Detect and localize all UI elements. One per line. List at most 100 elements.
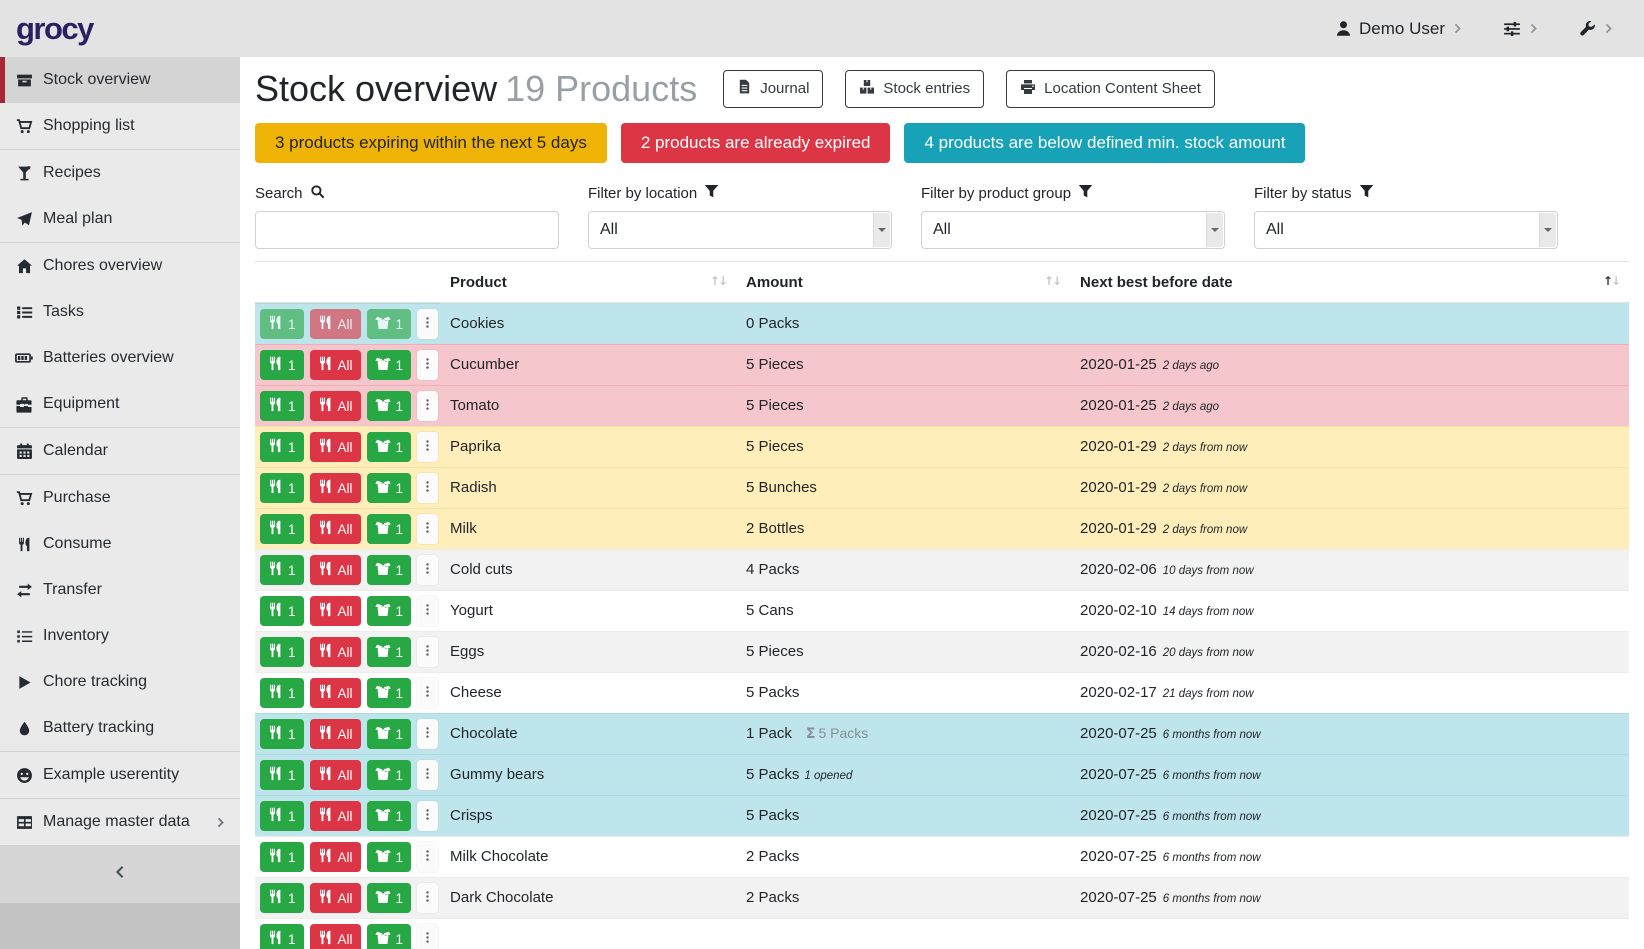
open-one-button[interactable]: 1 — [367, 391, 412, 421]
consume-all-button[interactable]: All — [310, 350, 361, 380]
consume-all-button[interactable]: All — [310, 842, 361, 872]
consume-one-button[interactable]: 1 — [260, 350, 304, 380]
sidebar-item-meal-plan[interactable]: Meal plan — [0, 196, 240, 242]
consume-all-button[interactable]: All — [310, 678, 361, 708]
sidebar-item-shopping-list[interactable]: Shopping list — [0, 103, 240, 149]
admin-menu[interactable] — [1579, 20, 1614, 37]
row-menu-button[interactable] — [417, 473, 438, 503]
consume-all-button[interactable]: All — [310, 801, 361, 831]
consume-one-button[interactable]: 1 — [260, 924, 304, 949]
open-one-button[interactable]: 1 — [367, 719, 412, 749]
consume-all-button[interactable]: All — [310, 514, 361, 544]
open-one-button[interactable]: 1 — [367, 924, 412, 949]
settings-menu[interactable] — [1503, 20, 1539, 38]
open-one-button[interactable]: 1 — [367, 678, 412, 708]
consume-all-button[interactable]: All — [310, 432, 361, 462]
expired-banner[interactable]: 2 products are already expired — [621, 123, 891, 163]
open-one-button[interactable]: 1 — [367, 883, 412, 913]
sidebar-item-battery-tracking[interactable]: Battery tracking — [0, 705, 240, 751]
product-group-filter-select[interactable]: All — [921, 211, 1225, 249]
row-menu-button[interactable] — [417, 596, 438, 626]
location-filter-select[interactable]: All — [588, 211, 892, 249]
open-one-button[interactable]: 1 — [367, 637, 412, 667]
consume-all-button[interactable]: All — [310, 391, 361, 421]
row-menu-button[interactable] — [417, 637, 438, 667]
sidebar-item-manage-master-data[interactable]: Manage master data — [0, 799, 240, 845]
row-menu-button[interactable] — [417, 514, 438, 544]
consume-one-button[interactable]: 1 — [260, 514, 304, 544]
caret-down-icon — [1206, 213, 1223, 247]
consume-all-button[interactable]: All — [310, 637, 361, 667]
consume-one-button[interactable]: 1 — [260, 678, 304, 708]
row-menu-button[interactable] — [417, 883, 438, 913]
consume-one-button[interactable]: 1 — [260, 637, 304, 667]
sidebar-item-consume[interactable]: Consume — [0, 521, 240, 567]
consume-one-button[interactable]: 1 — [260, 432, 304, 462]
sidebar-item-recipes[interactable]: Recipes — [0, 150, 240, 196]
open-one-button[interactable]: 1 — [367, 432, 412, 462]
status-filter-select[interactable]: All — [1254, 211, 1558, 249]
next-best-before-date-column-header[interactable]: Next best before date↑↓ — [1070, 262, 1629, 303]
row-menu-button[interactable] — [417, 350, 438, 380]
open-one-button[interactable]: 1 — [367, 514, 412, 544]
open-one-button[interactable]: 1 — [367, 473, 412, 503]
user-menu[interactable]: Demo User — [1335, 19, 1463, 39]
row-menu-button[interactable] — [417, 309, 438, 339]
row-actions: 1 All 1 — [255, 303, 440, 344]
row-menu-button[interactable] — [417, 801, 438, 831]
search-input[interactable] — [255, 211, 559, 249]
journal-button[interactable]: Journal — [723, 70, 823, 108]
row-menu-button[interactable] — [417, 432, 438, 462]
utensils-icon — [268, 520, 283, 538]
open-one-button[interactable]: 1 — [367, 760, 412, 790]
consume-all-button[interactable]: All — [310, 883, 361, 913]
consume-all-button[interactable]: All — [310, 924, 361, 949]
consume-one-button[interactable]: 1 — [260, 883, 304, 913]
sidebar-item-equipment[interactable]: Equipment — [0, 381, 240, 427]
row-menu-button[interactable] — [417, 842, 438, 872]
open-one-button[interactable]: 1 — [367, 596, 412, 626]
open-one-button[interactable]: 1 — [367, 842, 412, 872]
sidebar-item-calendar[interactable]: Calendar — [0, 428, 240, 474]
sidebar-item-chore-tracking[interactable]: Chore tracking — [0, 659, 240, 705]
expiring-banner[interactable]: 3 products expiring within the next 5 da… — [255, 123, 607, 163]
consume-all-button[interactable]: All — [310, 473, 361, 503]
consume-one-button[interactable]: 1 — [260, 801, 304, 831]
sidebar-item-transfer[interactable]: Transfer — [0, 567, 240, 613]
consume-one-button[interactable]: 1 — [260, 842, 304, 872]
sidebar-item-inventory[interactable]: Inventory — [0, 613, 240, 659]
product-column-header[interactable]: Product↑↓ — [440, 262, 736, 303]
sidebar-item-batteries-overview[interactable]: Batteries overview — [0, 335, 240, 381]
row-menu-button[interactable] — [417, 760, 438, 790]
sidebar-item-tasks[interactable]: Tasks — [0, 289, 240, 335]
stock-entries-button[interactable]: Stock entries — [845, 70, 984, 108]
consume-one-button[interactable]: 1 — [260, 596, 304, 626]
row-menu-button[interactable] — [417, 924, 438, 949]
consume-all-button[interactable]: All — [310, 760, 361, 790]
row-menu-button[interactable] — [417, 719, 438, 749]
sidebar-item-chores-overview[interactable]: Chores overview — [0, 243, 240, 289]
sidebar-collapse-button[interactable] — [0, 846, 240, 903]
open-one-button[interactable]: 1 — [367, 350, 412, 380]
consume-all-button[interactable]: All — [310, 719, 361, 749]
consume-all-button[interactable]: All — [310, 555, 361, 585]
row-menu-button[interactable] — [417, 555, 438, 585]
location-content-sheet-button[interactable]: Location Content Sheet — [1006, 70, 1215, 108]
grocy-logo[interactable]: grocy — [16, 11, 93, 47]
consume-one-button[interactable]: 1 — [260, 473, 304, 503]
consume-one-button[interactable]: 1 — [260, 760, 304, 790]
consume-all-button[interactable]: All — [310, 596, 361, 626]
sidebar-item-purchase[interactable]: Purchase — [0, 475, 240, 521]
below-min-stock-banner[interactable]: 4 products are below defined min. stock … — [904, 123, 1305, 163]
row-menu-button[interactable] — [417, 678, 438, 708]
consume-one-button[interactable]: 1 — [260, 719, 304, 749]
sidebar-item-stock-overview[interactable]: Stock overview — [0, 57, 240, 103]
consume-one-button[interactable]: 1 — [260, 555, 304, 585]
amount-column-header[interactable]: Amount↑↓ — [736, 262, 1070, 303]
open-one-button[interactable]: 1 — [367, 555, 412, 585]
due-note: 2 days from now — [1163, 442, 1247, 454]
row-menu-button[interactable] — [417, 391, 438, 421]
sidebar-item-example-userentity[interactable]: Example userentity — [0, 752, 240, 798]
consume-one-button[interactable]: 1 — [260, 391, 304, 421]
open-one-button[interactable]: 1 — [367, 801, 412, 831]
